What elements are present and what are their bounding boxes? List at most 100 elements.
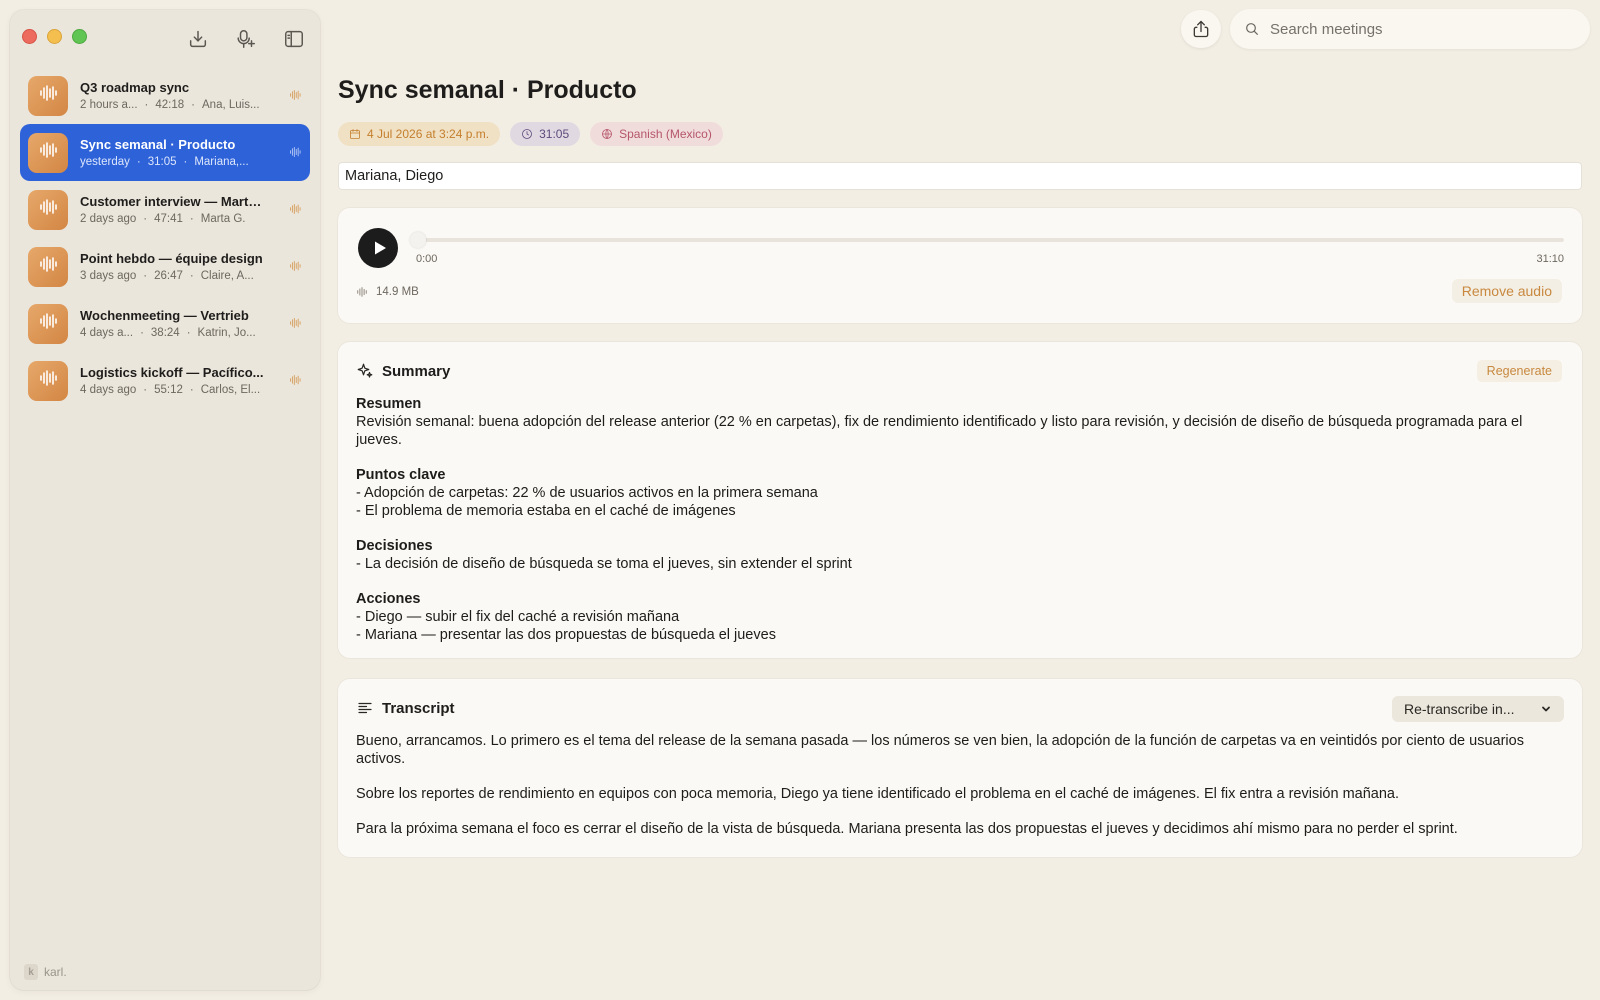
- meeting-item-title: Point hebdo — équipe design: [80, 251, 263, 266]
- transcript-content: Bueno, arrancamos. Lo primero es el tema…: [356, 732, 1564, 855]
- duration-chip: 31:05: [510, 122, 581, 146]
- meeting-list-item[interactable]: Point hebdo — équipe design 3 days ago ·…: [20, 238, 310, 295]
- meeting-item-people: Mariana,...: [194, 156, 249, 168]
- clock-icon: [522, 129, 532, 139]
- meta-separator: ·: [183, 156, 188, 168]
- participants-field[interactable]: [338, 162, 1582, 190]
- import-button[interactable]: [183, 26, 213, 52]
- meta-separator: ·: [143, 270, 148, 282]
- audio-indicator-icon: [288, 316, 302, 330]
- summary-line: - El problema de memoria estaba en el ca…: [356, 503, 736, 519]
- transcript-header: Transcript: [356, 699, 455, 717]
- retranscribe-dropdown[interactable]: Re-transcribe in...: [1392, 696, 1564, 722]
- meeting-text: Q3 roadmap sync 2 hours a... · 42:18 · A…: [80, 80, 266, 111]
- remove-audio-button[interactable]: Remove audio: [1451, 279, 1562, 303]
- zoom-window-button[interactable]: [72, 29, 87, 44]
- meta-separator: ·: [186, 327, 191, 339]
- meeting-item-meta: 2 days ago · 47:41 · Marta G.: [80, 213, 266, 225]
- play-icon: [374, 241, 386, 255]
- globe-icon: [602, 129, 613, 139]
- app-brand: k karl.: [24, 964, 67, 980]
- current-time: 0:00: [416, 253, 438, 265]
- meeting-thumbnail: [28, 189, 68, 230]
- meeting-list: Q3 roadmap sync 2 hours a... · 42:18 · A…: [20, 67, 310, 409]
- meeting-thumbnail: [28, 75, 68, 116]
- close-window-button[interactable]: [22, 29, 37, 44]
- audio-scrubber[interactable]: [410, 232, 1564, 248]
- sidebar: Q3 roadmap sync 2 hours a... · 42:18 · A…: [10, 10, 320, 990]
- meta-separator: ·: [144, 99, 149, 111]
- audio-indicator-icon: [288, 373, 302, 387]
- waveform-icon: [37, 367, 59, 394]
- text-lines-icon: [358, 702, 372, 714]
- transcript-paragraph: Para la próxima semana el foco es cerrar…: [356, 821, 1458, 837]
- meeting-item-duration: 26:47: [154, 270, 183, 282]
- share-button[interactable]: [1181, 10, 1221, 48]
- meeting-item-duration: 31:05: [147, 156, 177, 168]
- meeting-meta-chips: 4 Jul 2026 at 3:24 p.m. 31:05 Spanish (M…: [338, 122, 723, 146]
- meta-separator: ·: [189, 213, 194, 225]
- meta-separator: ·: [140, 327, 144, 339]
- sidebar-icon: [285, 30, 303, 48]
- meeting-item-people: Marta G.: [200, 213, 246, 225]
- summary-line: - La decisión de diseño de búsqueda se t…: [356, 556, 852, 572]
- meeting-text: Wochenmeeting — Vertrieb 4 days a... · 3…: [80, 308, 266, 339]
- meeting-item-title: Sync semanal · Producto: [80, 137, 236, 152]
- mic-plus-icon: [237, 30, 255, 48]
- play-button[interactable]: [358, 228, 398, 268]
- language-chip[interactable]: Spanish (Mexico): [590, 122, 723, 146]
- meta-separator: ·: [136, 156, 141, 168]
- summary-line: Revisión semanal: buena adopción del rel…: [356, 414, 1523, 448]
- audio-player-card: 0:00 31:10 14.9 MB Remove audio: [338, 208, 1582, 323]
- regenerate-button[interactable]: Regenerate: [1476, 360, 1562, 382]
- summary-section-title: Resumen: [356, 396, 422, 412]
- meeting-list-item[interactable]: Logistics kickoff — Pacífico... 4 days a…: [20, 352, 310, 409]
- waveform-icon: [37, 139, 59, 166]
- summary-line: - Adopción de carpetas: 22 % de usuarios…: [356, 485, 818, 501]
- search-input[interactable]: [1270, 20, 1570, 38]
- meeting-item-title: Q3 roadmap sync: [80, 80, 190, 95]
- total-time: 31:10: [1536, 253, 1564, 265]
- scrubber-handle[interactable]: [410, 232, 426, 248]
- chevron-down-icon: [1542, 706, 1550, 712]
- meeting-item-when: 2 days ago: [80, 213, 137, 225]
- minimize-window-button[interactable]: [47, 29, 62, 44]
- meta-separator: ·: [143, 384, 148, 396]
- summary-section-title: Puntos clave: [356, 467, 446, 483]
- transcript-paragraph: Sobre los reportes de rendimiento en equ…: [356, 786, 1399, 802]
- summary-line: - Mariana — presentar las dos propuestas…: [356, 627, 776, 643]
- meta-separator: ·: [189, 384, 194, 396]
- waveform-icon: [37, 253, 59, 280]
- sidebar-toolbar: [183, 26, 309, 52]
- meeting-list-item[interactable]: Customer interview — Marta... 2 days ago…: [20, 181, 310, 238]
- meeting-text: Point hebdo — équipe design 3 days ago ·…: [80, 251, 266, 282]
- summary-section: Acciones - Diego — subir el fix del caché…: [356, 590, 1564, 644]
- summary-section: Resumen Revisión semanal: buena adopción …: [356, 395, 1564, 449]
- meeting-item-meta: 2 hours a... · 42:18 · Ana, Luis...: [80, 99, 266, 111]
- share-icon: [1193, 20, 1209, 38]
- audio-indicator-icon: [288, 259, 302, 273]
- meeting-list-item[interactable]: Q3 roadmap sync 2 hours a... · 42:18 · A…: [20, 67, 310, 124]
- new-recording-button[interactable]: [231, 26, 261, 52]
- meeting-item-duration: 42:18: [155, 99, 185, 111]
- toggle-sidebar-button[interactable]: [279, 26, 309, 52]
- audio-indicator-icon: [288, 88, 302, 102]
- meeting-item-when: 4 days ago: [80, 384, 137, 396]
- language-chip-label: Spanish (Mexico): [619, 127, 712, 141]
- meeting-item-title: Customer interview — Marta...: [80, 194, 266, 209]
- search-bar: [1230, 9, 1590, 49]
- meta-separator: ·: [143, 213, 148, 225]
- meeting-thumbnail: [28, 132, 68, 173]
- meeting-item-when: 3 days ago: [80, 270, 137, 282]
- meeting-item-when: 4 days a...: [80, 327, 134, 339]
- meeting-item-when: 2 hours a...: [80, 99, 138, 111]
- meeting-item-people: Carlos, El...: [200, 384, 261, 396]
- meeting-thumbnail: [28, 360, 68, 401]
- brand-name: karl.: [44, 965, 67, 979]
- meeting-list-item[interactable]: Wochenmeeting — Vertrieb 4 days a... · 3…: [20, 295, 310, 352]
- meeting-title: Sync semanal · Producto: [338, 76, 637, 104]
- summary-section-title: Decisiones: [356, 538, 433, 554]
- summary-content: Resumen Revisión semanal: buena adopción …: [356, 395, 1564, 661]
- meeting-list-item[interactable]: Sync semanal · Producto yesterday · 31:0…: [20, 124, 310, 181]
- summary-section: Decisiones - La decisión de diseño de bús…: [356, 537, 1564, 573]
